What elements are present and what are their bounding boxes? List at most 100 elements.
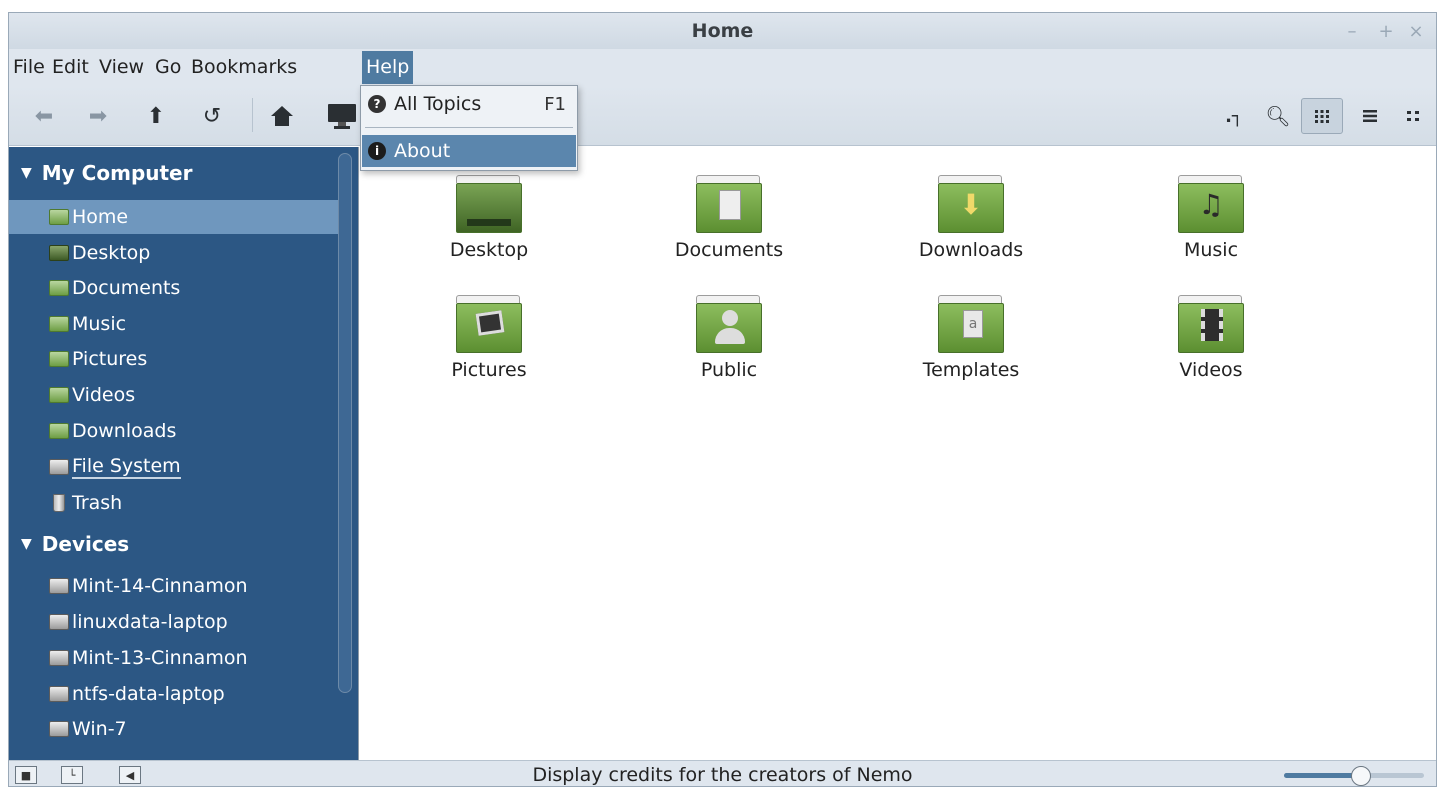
folder-icon (49, 423, 69, 439)
sidebar-item-label: linuxdata-laptop (72, 611, 228, 633)
show-places-icon[interactable]: ■ (15, 766, 37, 784)
zoom-slider-knob[interactable] (1351, 766, 1371, 786)
sidebar-item-label: Music (72, 313, 127, 335)
drive-icon (49, 686, 69, 702)
file-item-templates[interactable]: a Templates (881, 295, 1061, 381)
hide-sidebar-icon[interactable]: ◀ (119, 766, 141, 784)
back-icon[interactable]: ⬅ (29, 101, 59, 131)
home-icon[interactable] (267, 101, 297, 131)
help-menu-dropdown: ? All Topics F1 i About (360, 85, 578, 171)
sidebar-item-trash[interactable]: Trash (9, 486, 338, 520)
computer-icon[interactable] (327, 101, 357, 131)
menu-help[interactable]: Help (362, 51, 414, 84)
sidebar-item-videos[interactable]: Videos (9, 378, 338, 412)
folder-icon (49, 280, 69, 296)
sidebar-item-ntfs-data-laptop[interactable]: ntfs-data-laptop (9, 677, 338, 711)
sidebar-item-mint-13-cinnamon[interactable]: Mint-13-Cinnamon (9, 641, 338, 675)
documents-folder-icon (696, 175, 762, 233)
menu-bar: File Edit View Go Bookmarks Help (9, 49, 1436, 86)
home-folder-icon (49, 209, 69, 225)
sidebar-item-win-7[interactable]: Win-7 (9, 712, 338, 746)
menu-file[interactable]: File (9, 51, 49, 84)
section-title: My Computer (41, 161, 193, 185)
file-label: Pictures (451, 359, 527, 381)
sidebar-item-label: File System (72, 455, 181, 479)
file-view[interactable]: Desktop Documents ⬇ Downloads ♫ Music Pi… (359, 147, 1436, 760)
videos-folder-icon (1178, 295, 1244, 353)
pictures-folder-icon (456, 295, 522, 353)
menu-go[interactable]: Go (151, 51, 185, 84)
menu-bookmarks[interactable]: Bookmarks (187, 51, 301, 84)
sidebar-item-label: ntfs-data-laptop (72, 683, 225, 705)
toolbar-separator (252, 98, 253, 132)
file-label: Videos (1179, 359, 1243, 381)
minimize-button[interactable]: – (1343, 21, 1361, 42)
file-manager-window: Home – + × File Edit View Go Bookmarks H… (8, 12, 1437, 787)
sidebar-item-label: Documents (72, 277, 181, 299)
sidebar-item-music[interactable]: Music (9, 307, 338, 341)
file-item-downloads[interactable]: ⬇ Downloads (881, 175, 1061, 261)
sidebar-item-label: Trash (72, 492, 123, 514)
file-item-desktop[interactable]: Desktop (399, 175, 579, 261)
file-item-music[interactable]: ♫ Music (1121, 175, 1301, 261)
icon-view-icon[interactable] (1301, 98, 1343, 134)
file-label: Templates (922, 359, 1020, 381)
menu-item-label: All Topics (394, 93, 482, 115)
file-item-public[interactable]: Public (639, 295, 819, 381)
toolbar: ⬅ ➡ ⬆ ↺ .┐ 🔍︎ (9, 86, 1436, 146)
title-bar[interactable]: Home – + × (9, 13, 1436, 49)
drive-icon (49, 721, 69, 737)
downloads-folder-icon: ⬇ (938, 175, 1004, 233)
file-item-pictures[interactable]: Pictures (399, 295, 579, 381)
menu-item-about[interactable]: i About (362, 135, 576, 167)
sidebar-item-label: Downloads (72, 420, 177, 442)
compact-view-icon[interactable] (1393, 98, 1435, 134)
sidebar-item-label: Home (72, 206, 129, 228)
sidebar-item-label: Win-7 (72, 718, 127, 740)
sidebar-item-desktop[interactable]: Desktop (9, 236, 338, 270)
sidebar-item-label: Mint-14-Cinnamon (72, 575, 248, 597)
file-label: Documents (674, 239, 784, 261)
search-icon[interactable]: 🔍︎ (1263, 101, 1293, 131)
desktop-folder-icon (456, 175, 522, 233)
menu-edit[interactable]: Edit (48, 51, 93, 84)
toggle-location-icon[interactable]: .┐ (1219, 101, 1249, 131)
drive-icon (49, 578, 69, 594)
sidebar-item-documents[interactable]: Documents (9, 271, 338, 305)
sidebar-item-downloads[interactable]: Downloads (9, 414, 338, 448)
sidebar-item-linuxdata-laptop[interactable]: linuxdata-laptop (9, 605, 338, 639)
public-folder-icon (696, 295, 762, 353)
section-devices[interactable]: ▼ Devices (21, 529, 129, 559)
file-label: Music (1183, 239, 1239, 261)
file-item-videos[interactable]: Videos (1121, 295, 1301, 381)
expander-down-icon: ▼ (21, 536, 32, 552)
file-item-documents[interactable]: Documents (639, 175, 819, 261)
zoom-slider-fill (1284, 773, 1361, 778)
menu-item-all-topics[interactable]: ? All Topics F1 (362, 88, 576, 120)
file-label: Public (700, 359, 758, 381)
forward-icon[interactable]: ➡ (83, 101, 113, 131)
sidebar-scrollbar[interactable] (338, 153, 352, 693)
menu-item-accelerator: F1 (544, 94, 566, 115)
folder-icon (49, 387, 69, 403)
file-label: Desktop (449, 239, 529, 261)
music-folder-icon: ♫ (1178, 175, 1244, 233)
sidebar-item-home[interactable]: Home (9, 200, 338, 234)
drive-icon (49, 650, 69, 666)
expander-down-icon: ▼ (21, 165, 32, 181)
close-button[interactable]: × (1407, 21, 1425, 42)
info-icon: i (368, 142, 386, 160)
folder-icon (49, 316, 69, 332)
up-icon[interactable]: ⬆ (141, 101, 171, 131)
sidebar-item-pictures[interactable]: Pictures (9, 342, 338, 376)
list-view-icon[interactable] (1349, 98, 1391, 134)
show-tree-icon[interactable]: └ (61, 766, 83, 784)
section-my-computer[interactable]: ▼ My Computer (21, 158, 192, 188)
maximize-button[interactable]: + (1377, 21, 1395, 42)
menu-view[interactable]: View (95, 51, 148, 84)
sidebar-item-mint-14-cinnamon[interactable]: Mint-14-Cinnamon (9, 569, 338, 603)
sidebar-item-file-system[interactable]: File System (9, 450, 338, 484)
zoom-slider[interactable] (1284, 766, 1424, 786)
menu-separator (365, 127, 573, 128)
reload-icon[interactable]: ↺ (197, 101, 227, 131)
